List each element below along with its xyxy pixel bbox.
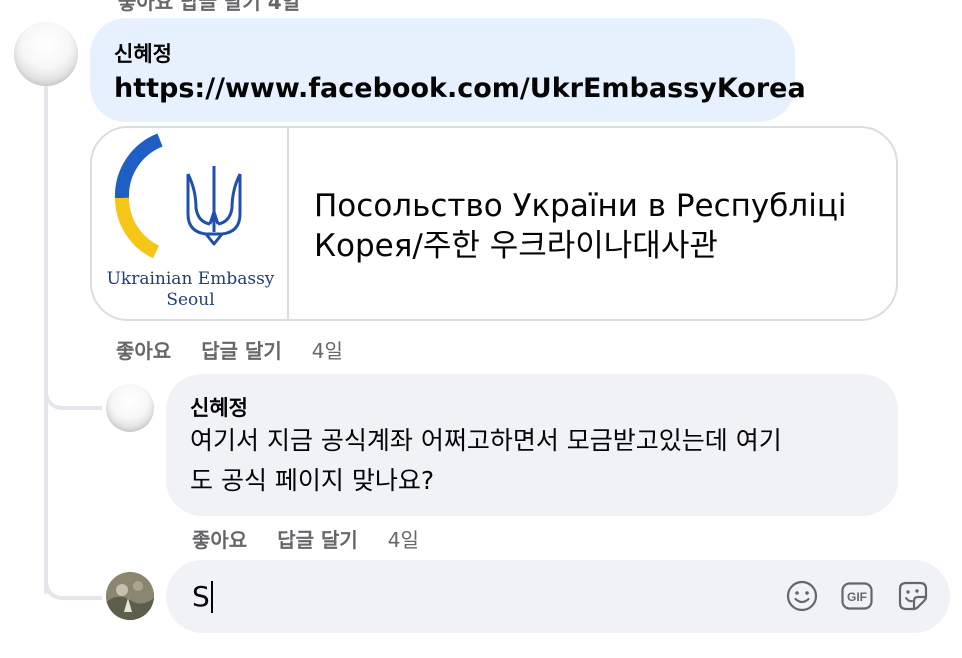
reply-input-field[interactable]: S [192,580,213,613]
comment-timestamp[interactable]: 4일 [388,524,419,553]
link-preview-image: Ukrainian Embassy Seoul [92,128,289,319]
avatar[interactable] [14,22,78,86]
comment-timestamp[interactable]: 4일 [312,335,343,364]
link-preview-title-line: Посольство України в Республіці [314,188,847,224]
comment-link[interactable]: https://www.facebook.com/UkrEmbassyKorea [114,70,806,108]
logo-caption: Ukrainian Embassy [106,269,275,289]
text-caret [210,580,213,613]
like-button[interactable]: 좋아요 [192,524,247,553]
comment-bubble: 신혜정 여기서 지금 공식계좌 어쩌고하면서 모금받고있는데 여기 도 공식 페… [166,374,898,516]
comment-thread: 좋아요 답글 달기 4일 신혜정 https://www.facebook.co… [0,0,962,658]
reply-input-value: S [192,580,210,613]
gif-label: GIF [847,590,867,604]
comment-text-line: 여기서 지금 공식계좌 어쩌고하면서 모금받고있는데 여기 [190,426,782,455]
reply-button[interactable]: 답글 달기 [201,335,282,364]
like-button[interactable]: 좋아요 [116,335,171,364]
thread-connector-reply [44,384,102,410]
link-preview-title-line: Корея/주한 우크라이나대사관 [314,228,718,264]
avatar-photo-icon [106,572,154,620]
comment-bubble: 신혜정 https://www.facebook.com/UkrEmbassyK… [90,18,806,122]
comment-author[interactable]: 신혜정 [190,392,248,422]
thread-connector-input [44,574,102,600]
comment-author[interactable]: 신혜정 [114,38,172,68]
gif-icon[interactable]: GIF [840,579,874,613]
reply-button[interactable]: 답글 달기 [277,524,358,553]
previous-comment-actions: 좋아요 답글 달기 4일 [118,0,301,14]
comment-actions: 좋아요 답글 달기 4일 [192,524,449,553]
comment-actions: 좋아요 답글 달기 4일 [116,335,373,364]
sticker-icon[interactable] [896,579,930,613]
emoji-icon[interactable] [785,579,819,613]
avatar[interactable] [106,384,154,432]
link-preview-card[interactable]: Ukrainian Embassy Seoul Посольство Украї… [90,126,898,321]
link-preview-title[interactable]: Посольство України в Республіці Корея/주한… [314,186,874,266]
reply-input[interactable]: S GIF [166,560,950,633]
logo-caption-city: Seoul [166,290,215,310]
current-user-avatar[interactable] [106,572,154,620]
thread-line [44,84,48,594]
comment-text-line: 도 공식 페이지 맞나요? [190,466,435,495]
